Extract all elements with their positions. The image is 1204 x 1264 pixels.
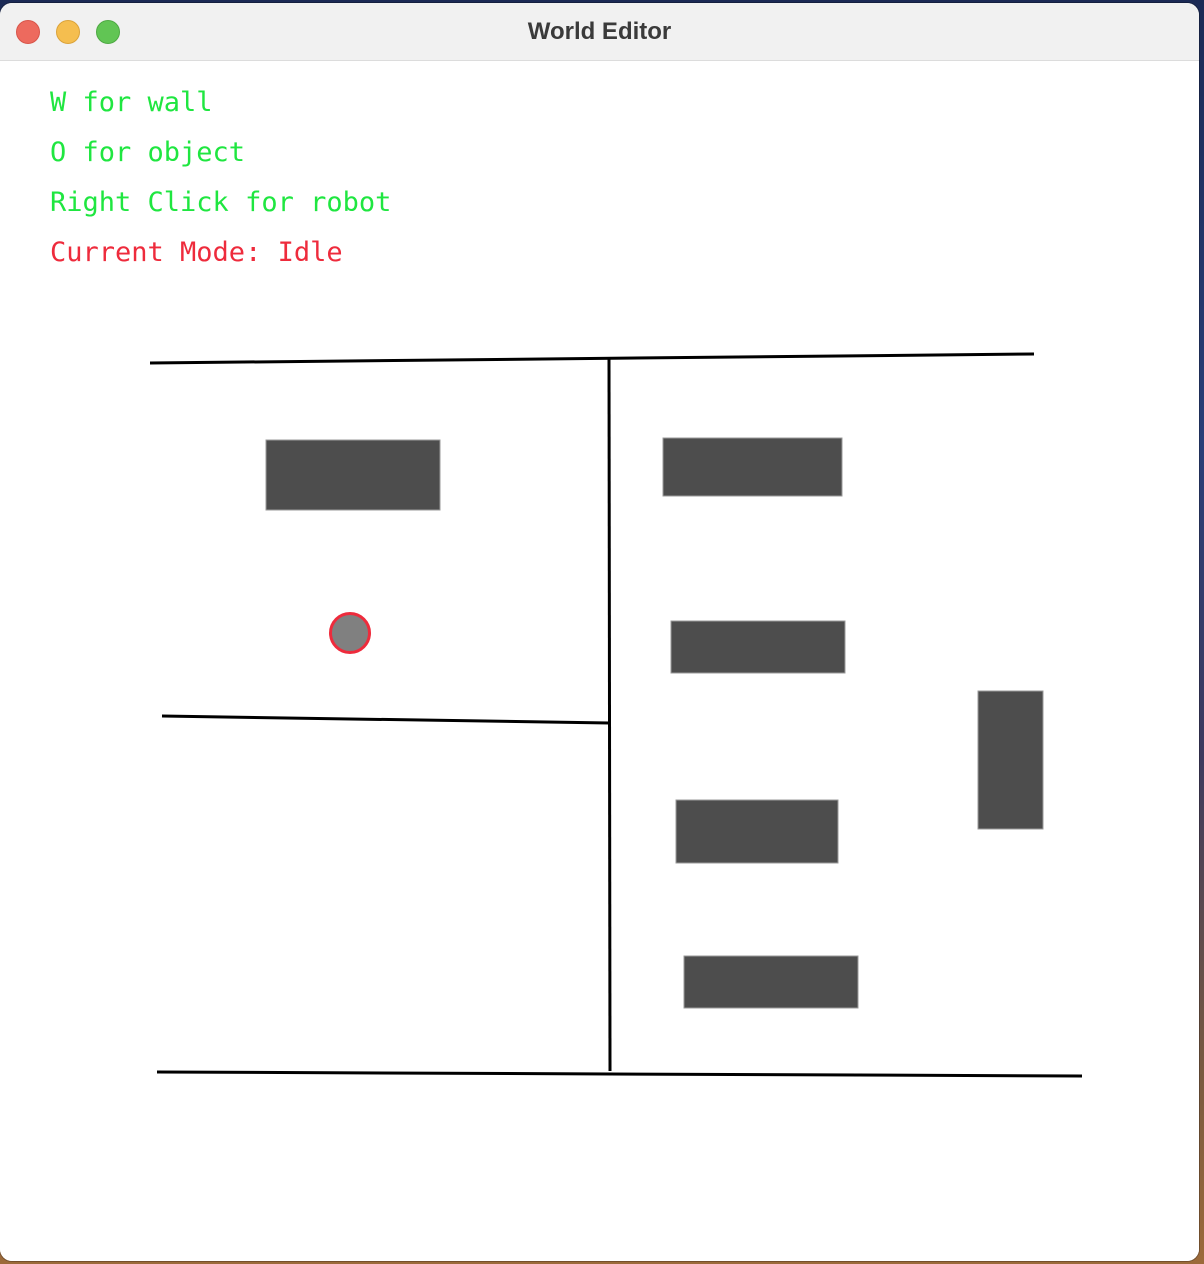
wall[interactable] [161,714,610,725]
robot[interactable] [329,612,371,654]
object-block[interactable] [683,955,859,1009]
wall[interactable] [149,352,1035,365]
world-editor-window: World Editor W for wall O for object Rig… [0,3,1199,1261]
object-block[interactable] [670,620,846,674]
window-title: World Editor [527,18,672,45]
world-map[interactable] [0,61,1199,1261]
object-block[interactable] [265,439,441,511]
wall[interactable] [156,1070,1083,1078]
title-bar[interactable]: World Editor [0,3,1199,61]
world-canvas[interactable]: W for wall O for object Right Click for … [0,61,1199,1261]
object-block[interactable] [675,799,839,864]
object-block[interactable] [977,690,1044,830]
object-block[interactable] [662,437,843,497]
wall[interactable] [607,357,612,1072]
